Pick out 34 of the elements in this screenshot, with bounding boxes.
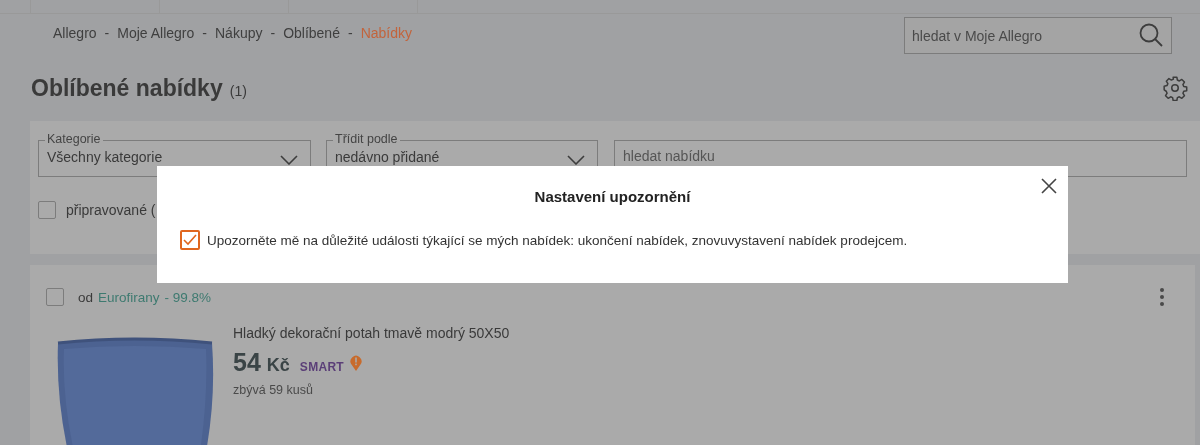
breadcrumb-separator: -	[104, 25, 110, 41]
breadcrumb-link[interactable]: Nákupy	[215, 25, 263, 41]
dialog-title: Nastavení upozornění	[533, 188, 692, 205]
seller-rating: - 99.8%	[164, 289, 212, 305]
checkbox-label: připravované (	[66, 202, 156, 218]
breadcrumb-separator: -	[270, 25, 276, 41]
seller-link[interactable]: Eurofirany	[98, 289, 160, 305]
close-icon[interactable]	[1041, 178, 1057, 194]
checkbox-label: Upozorněte mě na důležité události týkající se mých nabídek: ukončení nabídek, znovuvystavení nabídek prodejcem.	[207, 232, 908, 248]
breadcrumb-link[interactable]: Oblíbené	[283, 25, 340, 41]
checkbox[interactable]	[180, 230, 200, 250]
offer-title[interactable]: Hladký dekorační potah tmavě modrý 50X50	[233, 325, 510, 341]
settings-icon[interactable]	[1162, 75, 1188, 101]
search-field[interactable]: hledat v Moje Allegro	[904, 17, 1172, 54]
pin-icon	[350, 355, 362, 371]
stock-info: zbývá 59 kusů	[233, 383, 313, 397]
chevron-down-icon[interactable]	[280, 155, 298, 165]
checkbox[interactable]	[46, 288, 64, 306]
search-icon[interactable]	[1138, 22, 1164, 48]
page-title: Oblíbené nabídky	[31, 74, 223, 102]
seller-prefix: od	[78, 289, 94, 305]
checkbox[interactable]	[38, 201, 56, 219]
chevron-down-icon[interactable]	[567, 155, 585, 165]
breadcrumb-link[interactable]: Moje Allegro	[117, 25, 195, 41]
field-label: Kategorie	[45, 132, 103, 146]
price: 54	[233, 348, 261, 377]
breadcrumb-link[interactable]: Allegro	[53, 25, 97, 41]
field-label: Třídit podle	[333, 132, 400, 146]
currency: Kč	[266, 355, 290, 376]
item-count: (1)	[229, 82, 247, 99]
breadcrumb-separator: -	[202, 25, 207, 41]
smart-label: SMART	[299, 360, 344, 374]
more-icon[interactable]	[1159, 287, 1165, 307]
breadcrumb-separator: -	[347, 25, 353, 41]
